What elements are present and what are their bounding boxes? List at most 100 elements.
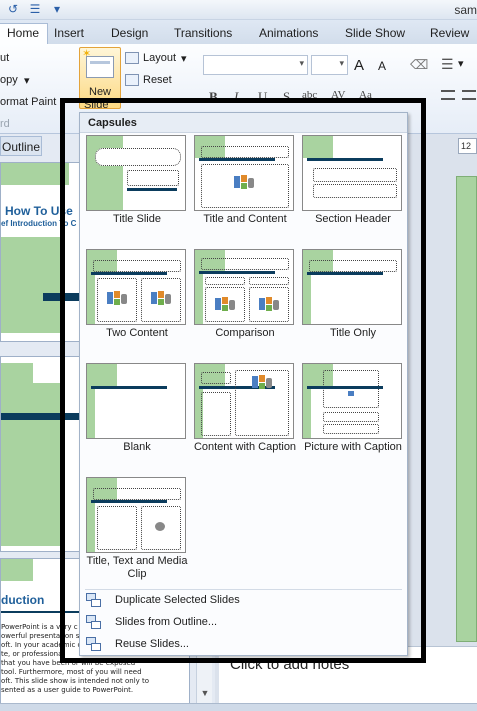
thumb-title-bar: [43, 293, 83, 301]
tab-transitions[interactable]: Transitions: [174, 24, 232, 44]
tab-outline[interactable]: Outline: [0, 136, 42, 156]
picture-icon: [347, 390, 355, 397]
bullets-dropdown-icon[interactable]: ▾: [458, 57, 464, 70]
clear-formatting-icon[interactable]: ⌫: [410, 57, 428, 73]
layout-label: Picture with Caption: [304, 441, 402, 453]
layout-label: Title and Content: [203, 213, 287, 225]
slides-from-outline[interactable]: Slides from Outline...: [81, 612, 407, 634]
layout-label: Content with Caption: [193, 441, 297, 453]
content-icons: [214, 296, 236, 312]
layout-label: Title, Text and Media Clip: [86, 555, 188, 580]
thumb-placeholder: [93, 488, 181, 500]
new-slide-label-2: Slide: [84, 99, 109, 111]
italic-button[interactable]: I: [234, 89, 238, 105]
tab-slide-show[interactable]: Slide Show: [345, 24, 405, 44]
thumb-title-bar: [199, 158, 275, 161]
menu-label: Slides from Outline...: [115, 616, 218, 628]
duplicate-selected-slides[interactable]: Duplicate Selected Slides: [81, 590, 407, 612]
tab-review[interactable]: Review: [430, 24, 469, 44]
change-case-button[interactable]: Aa: [359, 89, 372, 101]
thumb-green-band: [1, 383, 65, 413]
notes-placeholder: Click to add notes: [230, 656, 350, 673]
slide-3-body-line: tool. Furthermore, most of you will need: [1, 668, 142, 676]
reset-button[interactable]: Reset: [143, 74, 172, 86]
bold-button[interactable]: B: [209, 89, 218, 105]
slide-3-body-line: oft. This slide show is intended not onl…: [1, 677, 150, 685]
thumb-title-bar: [307, 386, 383, 389]
current-slide-preview[interactable]: [456, 176, 477, 642]
slide-1-subtitle: ef Introduction To C: [1, 219, 77, 228]
gallery-header: Capsules: [80, 113, 407, 133]
underline-button[interactable]: U: [258, 89, 267, 105]
layout-button[interactable]: Layout: [143, 52, 176, 64]
thumb-title-bar: [199, 271, 275, 274]
content-icons: [233, 174, 255, 190]
bullets-icon[interactable]: ☰: [28, 2, 42, 16]
copy-button[interactable]: opy: [0, 74, 18, 86]
thumb-placeholder: [201, 392, 231, 436]
thumb-title-bar: [91, 500, 167, 503]
copy-dropdown-icon[interactable]: ▾: [24, 74, 30, 87]
scroll-down-icon[interactable]: ▼: [197, 685, 213, 701]
thumb-green-band: [87, 364, 117, 386]
new-slide-label: New: [89, 86, 112, 98]
thumb-title-bar: [91, 386, 167, 389]
strikethrough-button[interactable]: S: [283, 89, 290, 105]
content-icons: [150, 290, 172, 306]
new-slide-button[interactable]: ✶ New Slide: [79, 47, 121, 111]
layout-thumbnail: [86, 135, 186, 211]
reuse-slides[interactable]: Reuse Slides...: [81, 634, 407, 656]
slide-3-body-line: PowerPoint is a very c: [1, 623, 78, 631]
thumb-placeholder: [313, 168, 397, 182]
shrink-font-button[interactable]: A: [378, 59, 386, 73]
ruler-indicator: 12: [458, 138, 477, 154]
layout-label: Title Slide: [113, 213, 161, 225]
cut-button[interactable]: ut: [0, 52, 9, 64]
tab-home[interactable]: Home: [0, 23, 49, 44]
slide-3-body-line: oft. In your academic c: [1, 641, 82, 649]
slide-3-title: duction: [1, 593, 45, 607]
duplicate-slides-icon: [86, 593, 102, 609]
content-icons: [106, 290, 128, 306]
thumb-placeholder: [323, 370, 379, 408]
thumb-placeholder: [323, 424, 379, 434]
slide-1-title: How To Use: [5, 204, 73, 218]
align-left-icon[interactable]: [441, 90, 455, 100]
tab-design[interactable]: Design: [111, 24, 148, 44]
bullets-list-icon[interactable]: ☰: [441, 56, 454, 73]
customize-qat-icon[interactable]: ▾: [50, 2, 64, 16]
layout-label: Comparison: [215, 327, 275, 339]
slide-3-body-line: te, or professional: [1, 650, 65, 658]
thumb-placeholder: [201, 146, 289, 158]
thumb-placeholder: [309, 260, 397, 272]
format-painter-button[interactable]: ormat Paint: [0, 96, 56, 108]
media-clip-icon: [155, 522, 165, 531]
thumb-title-bar: [127, 188, 177, 191]
font-size-box[interactable]: ▾: [311, 55, 348, 75]
shadow-button[interactable]: abc: [302, 89, 317, 101]
new-slide-icon: [86, 56, 114, 78]
layout-dropdown-icon[interactable]: ▾: [181, 52, 187, 65]
reuse-slides-icon: [86, 637, 102, 653]
tab-insert[interactable]: Insert: [54, 24, 84, 44]
layout-icon: [125, 52, 139, 64]
align-center-icon[interactable]: [462, 90, 476, 100]
layout-label: Section Header: [315, 213, 391, 225]
menu-label: Duplicate Selected Slides: [115, 594, 240, 606]
title-bar: ↺ ☰ ▾ sam: [0, 0, 477, 20]
layout-label: Blank: [123, 441, 151, 453]
thumb-placeholder: [323, 412, 379, 422]
undo-icon[interactable]: ↺: [6, 2, 20, 16]
slides-from-outline-icon: [86, 615, 102, 631]
font-name-box[interactable]: ▾: [203, 55, 308, 75]
character-spacing-button[interactable]: AV: [331, 89, 345, 101]
layout-thumbnail: [86, 363, 186, 439]
thumb-placeholder: [313, 184, 397, 198]
thumb-green-band: [303, 136, 333, 158]
ribbon-tabs: Home Insert Design Transitions Animation…: [0, 20, 477, 44]
clipboard-group-label: rd: [0, 118, 10, 130]
new-slide-gallery: Capsules Title Slide Title and Content S…: [79, 112, 408, 656]
tab-animations[interactable]: Animations: [259, 24, 318, 44]
grow-font-button[interactable]: A: [354, 57, 364, 74]
thumb-green-band: [1, 559, 33, 581]
